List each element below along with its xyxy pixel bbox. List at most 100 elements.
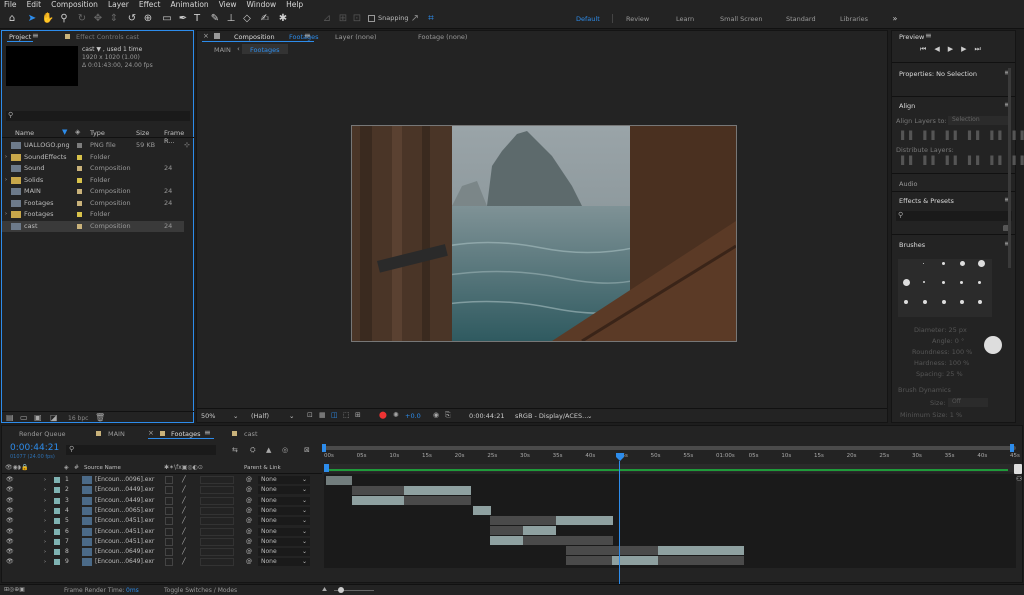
layer-switches[interactable] [200,527,234,536]
selection-tool-icon[interactable]: ➤ [25,12,39,26]
layer-label-swatch[interactable] [54,507,60,514]
clone-stamp-tool-icon[interactable]: ⊥ [224,12,238,26]
brush-tip[interactable] [923,281,925,283]
menu-effect[interactable]: Effect [139,0,161,9]
layer-switches[interactable] [200,486,234,495]
timeline-layer-row[interactable]: 👁 › 3 [Encoun...0449].exr ╱ @ None ⌄ [2,496,322,506]
shy-switch[interactable] [165,506,173,515]
column-name[interactable]: Name [15,129,34,137]
layer-switches[interactable] [200,537,234,546]
expand-arrow-icon[interactable]: › [5,152,7,163]
main-tab[interactable]: MAIN [108,430,125,438]
transparency-grid-icon[interactable]: ▦ [319,411,326,419]
roto-brush-tool-icon[interactable]: ✍ [258,12,272,26]
label-icon[interactable]: ◈ [64,464,69,471]
layer-label-swatch[interactable] [54,487,60,494]
render-queue-tab[interactable]: Render Queue [19,430,66,438]
snapshot-icon[interactable]: ◉ [433,411,439,419]
audio-title[interactable]: Audio [899,180,917,188]
project-item-row[interactable]: cast Composition 24 [2,220,184,232]
project-settings-icon[interactable]: ◪ [50,413,58,422]
home-icon[interactable]: ⌂ [5,12,19,26]
quality-switch-icon[interactable]: ╱ [182,537,186,547]
workspace-default[interactable]: Default [576,15,600,23]
toggle-switches-modes[interactable]: Toggle Switches / Modes [164,587,237,594]
layer-label-swatch[interactable] [54,497,60,504]
quality-switch-icon[interactable]: ╱ [182,527,186,537]
pick-whip-icon[interactable]: @ [246,485,252,495]
eye-icon[interactable]: 👁 [6,557,14,567]
interpret-footage-icon[interactable]: ▤ [6,413,14,422]
breadcrumb-current[interactable]: Footages [242,44,288,54]
axis-world-icon[interactable]: ⊞ [336,12,350,26]
comp-tab-label[interactable]: Composition [234,33,275,41]
shy-switch[interactable] [165,527,173,536]
timeline-layer-row[interactable]: 👁 › 8 [Encoun...0649].exr ╱ @ None ⌄ [2,547,322,557]
label-swatch[interactable] [77,143,82,148]
quality-switch-icon[interactable]: ╱ [182,516,186,526]
layer-bar-2[interactable] [352,486,404,495]
label-swatch[interactable] [77,189,82,194]
layer-bar-9[interactable] [566,556,612,565]
expand-arrow-icon[interactable]: › [44,475,46,485]
project-tab[interactable]: Project [9,33,31,41]
brush-diameter[interactable]: Diameter: 25 px [914,326,967,334]
workspace-review[interactable]: Review [626,15,649,23]
expand-arrow-icon[interactable]: › [44,506,46,516]
pick-whip-icon[interactable]: @ [246,506,252,516]
pick-whip-icon[interactable]: @ [246,496,252,506]
dolly-tool-icon[interactable]: ⇕ [107,12,121,26]
next-frame-icon[interactable]: ▶ [961,45,974,53]
layer-name[interactable]: [Encoun...0451].exr [95,527,154,537]
eraser-tool-icon[interactable]: ◇ [240,12,254,26]
timeline-search-input[interactable]: ⚲ [66,445,216,455]
brush-tip[interactable] [960,300,964,304]
layer-label-swatch[interactable] [54,559,60,566]
workspace-libraries[interactable]: Libraries [840,15,868,23]
pick-whip-icon[interactable]: @ [246,516,252,526]
graph-editor-icon[interactable]: ⊠ [304,446,310,454]
zoom-out-icon[interactable]: ⛰ [322,586,327,594]
move-tool-icon[interactable]: ✥ [91,12,105,26]
zoom-select[interactable]: 50% ⌄ [201,412,241,421]
sort-arrow-icon[interactable]: ▼ [62,128,67,136]
brush-tip[interactable] [942,300,946,304]
timeline-menu-icon[interactable]: ≡ [204,428,211,437]
brush-tip[interactable] [903,279,910,286]
exposure-value[interactable]: +0.0 [405,412,421,420]
eye-icon[interactable]: 👁 [6,516,14,526]
shy-switch[interactable] [165,558,173,567]
eye-icon[interactable]: 👁 [6,506,14,516]
project-item-row[interactable]: › Footages Folder [2,209,184,220]
orbit-tool-icon[interactable]: ↻ [75,12,89,26]
quality-switch-icon[interactable]: ╱ [182,557,186,567]
new-folder-icon[interactable]: ▭ [20,413,28,422]
layer-label-swatch[interactable] [54,538,60,545]
pick-whip-icon[interactable]: @ [246,527,252,537]
brush-tip[interactable] [923,300,927,304]
grid-guides-icon[interactable]: ⊞ [355,411,361,419]
label-swatch[interactable] [77,166,82,171]
timeline-layer-row[interactable]: 👁 › 6 [Encoun...0451].exr ╱ @ None ⌄ [2,527,322,537]
project-item-row[interactable]: › SoundEffects Folder [2,152,184,163]
flowchart-icon[interactable]: ⊹ [184,141,190,149]
preview-menu-icon[interactable]: ≡ [925,31,932,40]
layer-bar-7[interactable] [490,536,523,545]
column-type[interactable]: Type [90,129,105,137]
quality-switch-icon[interactable]: ╱ [182,496,186,506]
eye-icon[interactable]: 👁 [6,475,14,485]
layer-switches[interactable] [200,558,234,567]
quality-switch-icon[interactable]: ╱ [182,506,186,516]
brush-tip[interactable] [923,263,924,264]
layer-switches[interactable] [200,506,234,515]
workspace-standard[interactable]: Standard [786,15,816,23]
timeline-layer-row[interactable]: 👁 › 1 [Encoun...0096].exr ╱ @ None ⌄ [2,475,322,485]
brush-tip[interactable] [960,261,965,266]
layer-tab[interactable]: Layer (none) [335,33,376,41]
menu-window[interactable]: Window [247,0,277,9]
close-tab-icon[interactable]: × [203,32,209,40]
project-item-row[interactable]: Sound Composition 24 [2,163,184,174]
shy-switch[interactable] [165,517,173,526]
navigator-start[interactable] [324,464,329,472]
brush-tips-grid[interactable] [898,259,992,317]
